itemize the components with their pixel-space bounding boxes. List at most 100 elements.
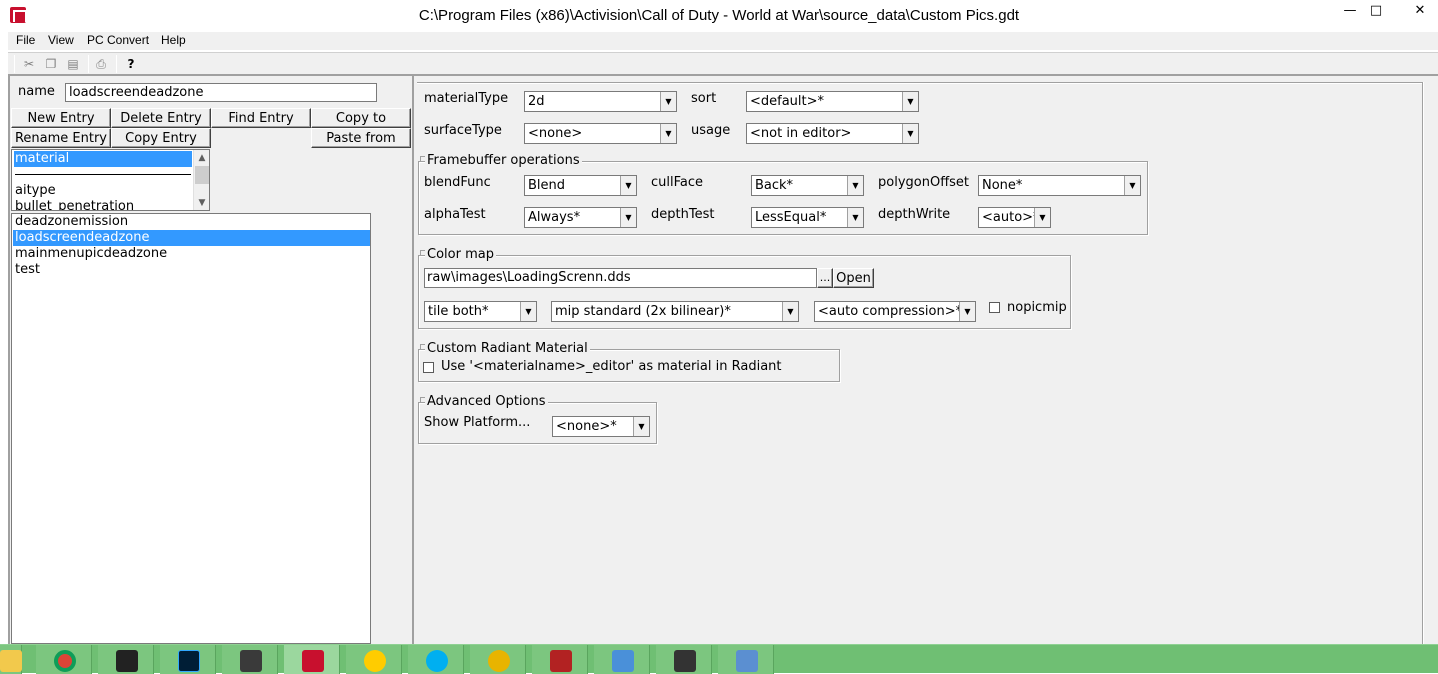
properties-border bbox=[417, 82, 1423, 84]
type-list-item-bullet-penetration[interactable]: bullet_penetration bbox=[14, 199, 192, 210]
chevron-down-icon[interactable]: ▼ bbox=[520, 302, 536, 321]
file-explorer-icon[interactable] bbox=[0, 645, 22, 674]
polygon-offset-select[interactable]: None* ▼ bbox=[978, 175, 1141, 196]
maximize-icon[interactable]: □ bbox=[1364, 4, 1388, 20]
open-button[interactable]: Open bbox=[833, 268, 874, 288]
chevron-down-icon[interactable]: ▼ bbox=[660, 92, 676, 111]
skype-icon[interactable] bbox=[408, 645, 464, 674]
new-entry-button[interactable]: New Entry bbox=[11, 108, 111, 128]
entry-list[interactable]: deadzonemission loadscreendeadzone mainm… bbox=[11, 213, 371, 644]
media-player-icon[interactable] bbox=[656, 645, 712, 674]
menu-view[interactable]: View bbox=[48, 33, 74, 47]
list-item[interactable]: deadzonemission bbox=[13, 214, 370, 230]
toolbar: ✂ ❐ ▤ ⎙ ? bbox=[8, 52, 1438, 74]
copy-to-button[interactable]: Copy to bbox=[311, 108, 411, 128]
help-icon[interactable]: ? bbox=[122, 55, 140, 73]
list-item[interactable]: loadscreendeadzone bbox=[13, 230, 370, 246]
scroll-thumb[interactable] bbox=[195, 166, 209, 184]
menu-help[interactable]: Help bbox=[161, 33, 186, 47]
menu-file[interactable]: File bbox=[16, 33, 35, 47]
rocket-launcher-icon[interactable] bbox=[222, 645, 278, 674]
cull-face-value: Back* bbox=[755, 178, 794, 193]
depth-write-value: <auto>* bbox=[982, 210, 1040, 225]
chevron-down-icon[interactable]: ▼ bbox=[620, 208, 636, 227]
scroll-down-icon[interactable]: ▼ bbox=[194, 196, 209, 210]
paste-icon[interactable]: ▤ bbox=[64, 55, 82, 73]
type-list[interactable]: material aitype bullet_penetration ▲ ▼ bbox=[11, 149, 210, 211]
asset-manager-icon[interactable] bbox=[284, 645, 340, 674]
find-entry-button[interactable]: Find Entry bbox=[211, 108, 311, 128]
minimize-icon[interactable]: — bbox=[1338, 4, 1362, 20]
game-app-icon[interactable] bbox=[532, 645, 588, 674]
mip-select[interactable]: mip standard (2x bilinear)* ▼ bbox=[551, 301, 799, 322]
show-platform-value: <none>* bbox=[556, 419, 617, 434]
chevron-down-icon[interactable]: ▼ bbox=[1034, 208, 1050, 227]
alpha-test-select[interactable]: Always* ▼ bbox=[524, 207, 637, 228]
chevron-down-icon[interactable]: ▼ bbox=[959, 302, 975, 321]
paste-from-button[interactable]: Paste from bbox=[311, 128, 411, 148]
type-list-scrollbar[interactable]: ▲ ▼ bbox=[193, 150, 209, 210]
toolbar-separator bbox=[88, 55, 89, 73]
color-map-path-input[interactable]: raw\images\LoadingScrenn.dds bbox=[424, 268, 817, 288]
chevron-down-icon[interactable]: ▼ bbox=[620, 176, 636, 195]
menu-pc-convert[interactable]: PC Convert bbox=[87, 33, 149, 47]
chevron-down-icon[interactable]: ▼ bbox=[660, 124, 676, 143]
framebuffer-title: Framebuffer operations bbox=[425, 153, 582, 168]
scroll-up-icon[interactable]: ▲ bbox=[194, 151, 209, 165]
chevron-down-icon[interactable]: ▼ bbox=[633, 417, 649, 436]
blend-func-label: blendFunc bbox=[424, 175, 491, 190]
material-type-select[interactable]: 2d ▼ bbox=[524, 91, 677, 112]
close-icon[interactable]: ✕ bbox=[1402, 4, 1438, 20]
depth-test-select[interactable]: LessEqual* ▼ bbox=[751, 207, 864, 228]
show-platform-label: Show Platform... bbox=[424, 415, 531, 430]
tile-select[interactable]: tile both* ▼ bbox=[424, 301, 537, 322]
cyberghost-icon[interactable] bbox=[346, 645, 402, 674]
surface-type-value: <none> bbox=[528, 126, 583, 141]
cut-icon[interactable]: ✂ bbox=[20, 55, 38, 73]
type-list-item-aitype[interactable]: aitype bbox=[14, 183, 192, 199]
control-panel-icon[interactable] bbox=[718, 645, 774, 674]
radiant-editor-checkbox[interactable] bbox=[423, 362, 434, 373]
chevron-down-icon[interactable]: ▼ bbox=[847, 176, 863, 195]
type-list-item-material[interactable]: material bbox=[14, 151, 192, 167]
surface-type-select[interactable]: <none> ▼ bbox=[524, 123, 677, 144]
copy-entry-button[interactable]: Copy Entry bbox=[111, 128, 211, 148]
browse-button[interactable]: ... bbox=[817, 268, 833, 288]
name-input[interactable] bbox=[65, 83, 377, 102]
blend-func-select[interactable]: Blend ▼ bbox=[524, 175, 637, 196]
sort-select[interactable]: <default>* ▼ bbox=[746, 91, 919, 112]
browser-globe-icon[interactable] bbox=[470, 645, 526, 674]
chevron-down-icon[interactable]: ▼ bbox=[847, 208, 863, 227]
radiant-editor-label: Use '<materialname>_editor' as material … bbox=[441, 359, 782, 374]
name-label: name bbox=[18, 84, 55, 99]
copy-icon[interactable]: ❐ bbox=[42, 55, 60, 73]
show-platform-select[interactable]: <none>* ▼ bbox=[552, 416, 650, 437]
menu-bar: File View PC Convert Help bbox=[8, 32, 1438, 50]
toolbar-separator bbox=[116, 55, 117, 73]
usage-select[interactable]: <not in editor> ▼ bbox=[746, 123, 919, 144]
compression-select[interactable]: <auto compression>* ▼ bbox=[814, 301, 976, 322]
photoshop-icon[interactable] bbox=[160, 645, 216, 674]
chevron-down-icon[interactable]: ▼ bbox=[782, 302, 798, 321]
chevron-down-icon[interactable]: ▼ bbox=[902, 92, 918, 111]
video-editor-icon[interactable] bbox=[98, 645, 154, 674]
type-list-separator bbox=[15, 174, 191, 175]
cull-face-select[interactable]: Back* ▼ bbox=[751, 175, 864, 196]
material-type-label: materialType bbox=[424, 91, 509, 106]
delete-entry-button[interactable]: Delete Entry bbox=[111, 108, 211, 128]
nopicmip-checkbox[interactable] bbox=[989, 302, 1000, 313]
paint-tool-icon[interactable] bbox=[594, 645, 650, 674]
list-item[interactable]: mainmenupicdeadzone bbox=[13, 246, 370, 262]
cull-face-label: cullFace bbox=[651, 175, 704, 190]
alpha-test-value: Always* bbox=[528, 210, 581, 225]
rename-entry-button[interactable]: Rename Entry bbox=[11, 128, 111, 148]
depth-write-select[interactable]: <auto>* ▼ bbox=[978, 207, 1051, 228]
radiant-title: Custom Radiant Material bbox=[425, 341, 590, 356]
chevron-down-icon[interactable]: ▼ bbox=[902, 124, 918, 143]
list-item[interactable]: test bbox=[13, 262, 370, 278]
nopicmip-label: nopicmip bbox=[1007, 300, 1067, 315]
chrome-icon[interactable] bbox=[36, 645, 92, 674]
window-title: C:\Program Files (x86)\Activision\Call o… bbox=[418, 7, 1020, 24]
print-icon[interactable]: ⎙ bbox=[92, 55, 110, 73]
chevron-down-icon[interactable]: ▼ bbox=[1124, 176, 1140, 195]
